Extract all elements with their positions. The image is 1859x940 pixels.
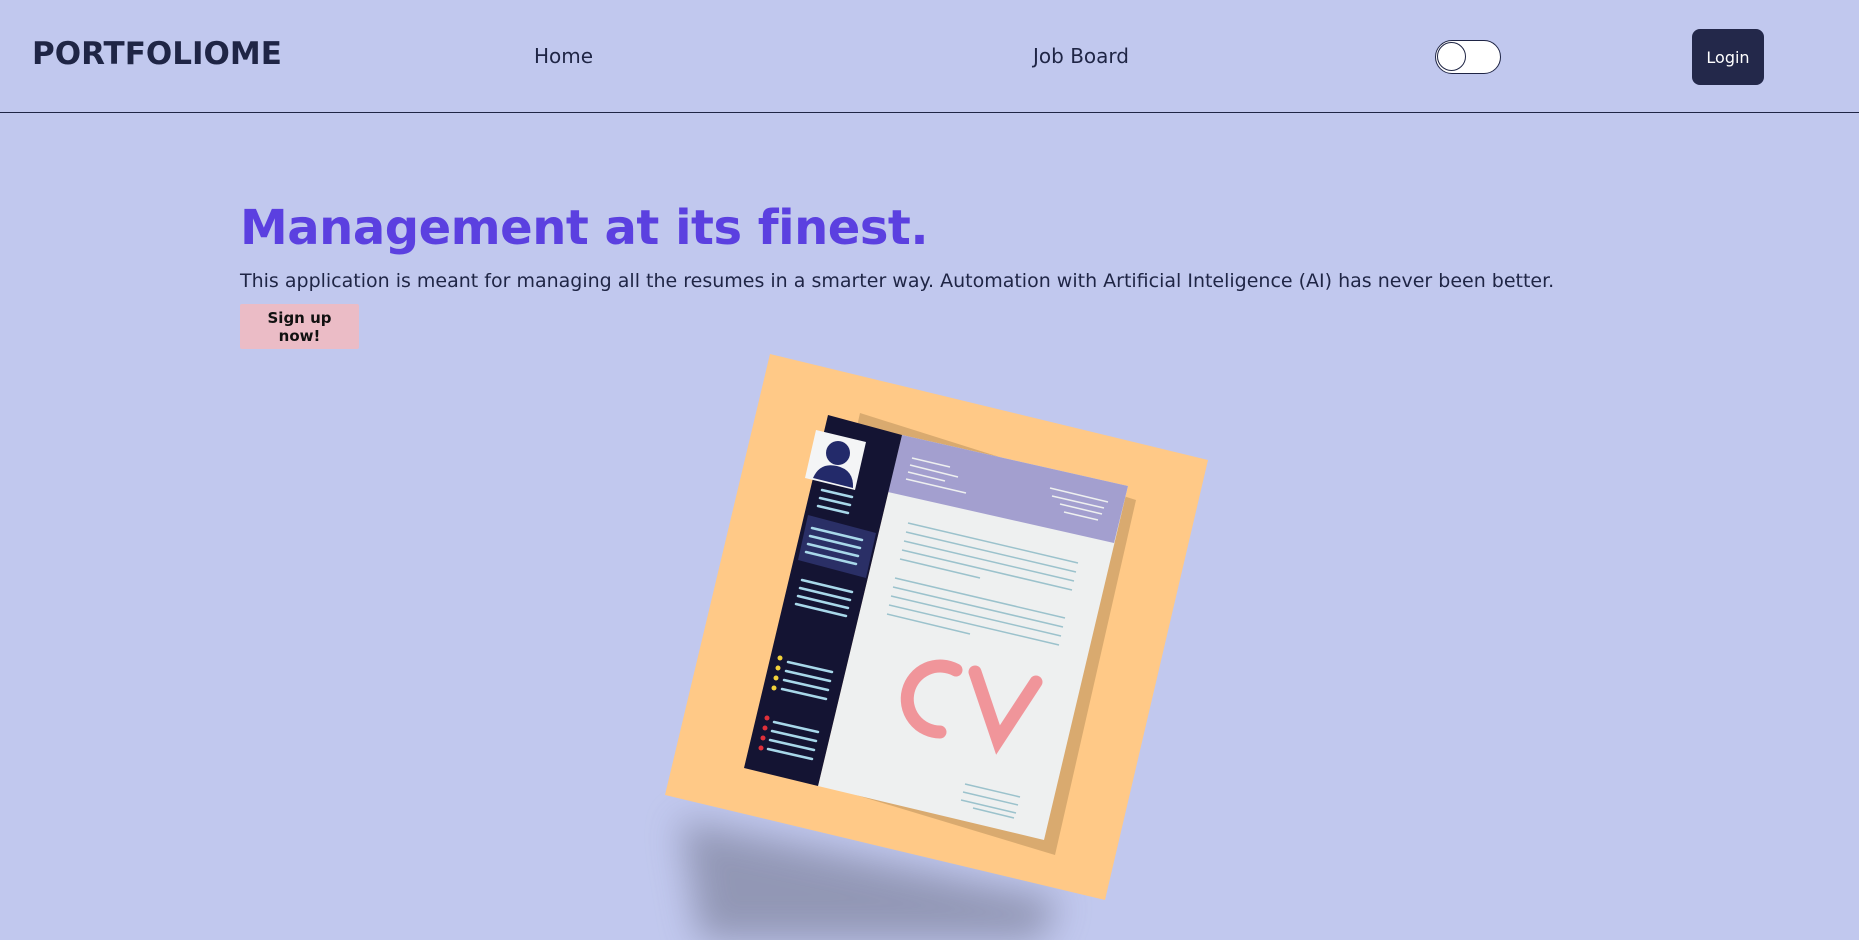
theme-toggle[interactable] (1435, 40, 1501, 74)
navbar: PORTFOLIOME Home Job Board Login (0, 0, 1859, 113)
brand-logo[interactable]: PORTFOLIOME (32, 36, 282, 72)
login-button[interactable]: Login (1692, 29, 1764, 85)
toggle-knob (1437, 42, 1466, 71)
nav-link-job-board[interactable]: Job Board (1033, 44, 1129, 68)
nav-link-home[interactable]: Home (534, 44, 593, 68)
cv-document-illustration (665, 354, 1208, 940)
hero-subtitle: This application is meant for managing a… (240, 270, 1555, 292)
hero-title: Management at its finest. (240, 200, 929, 256)
signup-button[interactable]: Sign up now! (240, 304, 359, 349)
